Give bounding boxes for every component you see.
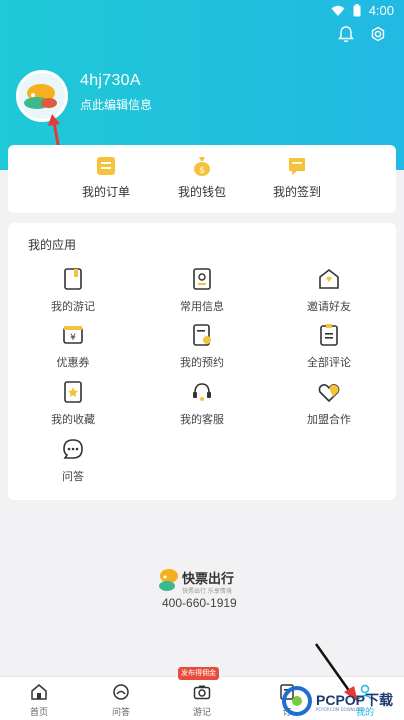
status-bar: 4:00 — [0, 0, 404, 22]
travel-note-icon — [61, 267, 85, 291]
pcpop-logo-icon — [282, 686, 312, 716]
svg-text:$: $ — [199, 166, 205, 176]
tab-label: 游记 — [192, 708, 211, 718]
app-label: 问答 — [62, 470, 84, 483]
svg-text:¥: ¥ — [70, 333, 76, 343]
checkin-icon — [286, 155, 308, 177]
app-coupons[interactable]: ¥ 优惠券 — [28, 323, 118, 370]
edit-profile-link[interactable]: 点此编辑信息 — [80, 96, 152, 113]
app-favorites[interactable]: 我的收藏 — [28, 380, 118, 427]
brand-name: 快票出行 — [182, 572, 235, 587]
status-time: 4:00 — [368, 3, 394, 18]
tab-travel-notes[interactable]: 游记 — [177, 683, 227, 718]
my-checkin-button[interactable]: 我的签到 — [252, 155, 342, 200]
app-qa[interactable]: 问答 — [28, 437, 118, 484]
username[interactable]: 4hj730A — [80, 72, 141, 90]
app-label: 我的收藏 — [51, 413, 95, 426]
publish-commission-badge: 发布得佣金 — [178, 667, 219, 680]
customer-service-icon — [190, 380, 214, 404]
my-wallet-button[interactable]: $ 我的钱包 — [157, 155, 247, 200]
coupon-icon: ¥ — [61, 323, 85, 347]
checkin-label: 我的签到 — [272, 185, 321, 199]
brand-slogan: 快票出行 乐享情境 — [182, 588, 232, 595]
tab-home[interactable]: 首页 — [14, 683, 64, 718]
tab-label: 首页 — [29, 708, 48, 718]
wifi-icon — [331, 5, 345, 16]
app-label: 优惠券 — [56, 356, 90, 369]
bell-icon[interactable] — [336, 24, 356, 44]
app-all-comments[interactable]: 全部评论 — [284, 323, 374, 370]
order-icon — [95, 155, 117, 177]
brand-mascot-icon — [159, 569, 178, 591]
battery-icon — [353, 4, 361, 17]
orders-card: 我的订单 $ 我的钱包 我的签到 — [8, 145, 396, 213]
camera-icon — [193, 683, 211, 701]
app-label: 我的游记 — [51, 300, 95, 313]
comments-icon — [317, 323, 341, 347]
app-label: 邀请好友 — [307, 300, 351, 313]
app-partnership[interactable]: 加盟合作 — [284, 380, 374, 427]
tab-label: 问答 — [111, 708, 130, 718]
reservation-icon — [190, 323, 214, 347]
app-label: 我的客服 — [180, 413, 224, 426]
contact-info-icon — [190, 267, 214, 291]
my-apps-card: 我的应用 我的游记 常用信息 邀请好友 ¥ 优惠券 我的预约 全部评论 我的收藏… — [8, 223, 396, 500]
settings-gear-icon[interactable] — [368, 24, 388, 44]
app-label: 加盟合作 — [307, 413, 351, 426]
app-label: 我的预约 — [180, 356, 224, 369]
apps-title: 我的应用 — [28, 238, 77, 252]
wallet-icon: $ — [191, 155, 213, 177]
app-invite-friends[interactable]: 邀请好友 — [284, 267, 374, 314]
watermark-subtext: PCPOP.COM DOWNLOAD — [316, 707, 365, 712]
qa-icon — [61, 437, 85, 461]
app-contact-info[interactable]: 常用信息 — [157, 267, 247, 314]
app-customer-service[interactable]: 我的客服 — [157, 380, 247, 427]
orders-label: 我的订单 — [81, 185, 130, 199]
home-icon — [30, 683, 48, 701]
app-label: 全部评论 — [307, 356, 351, 369]
tab-qa[interactable]: 问答 — [96, 683, 146, 718]
favorites-icon — [61, 380, 85, 404]
wallet-label: 我的钱包 — [177, 185, 226, 199]
app-reservations[interactable]: 我的预约 — [157, 323, 247, 370]
my-orders-button[interactable]: 我的订单 — [61, 155, 151, 200]
partnership-icon — [317, 380, 341, 404]
service-phone[interactable]: 400-660-1919 — [162, 596, 237, 610]
app-label: 常用信息 — [180, 300, 224, 313]
invite-friend-icon — [317, 267, 341, 291]
qa-tab-icon — [112, 683, 130, 701]
app-travel-notes[interactable]: 我的游记 — [28, 267, 118, 314]
